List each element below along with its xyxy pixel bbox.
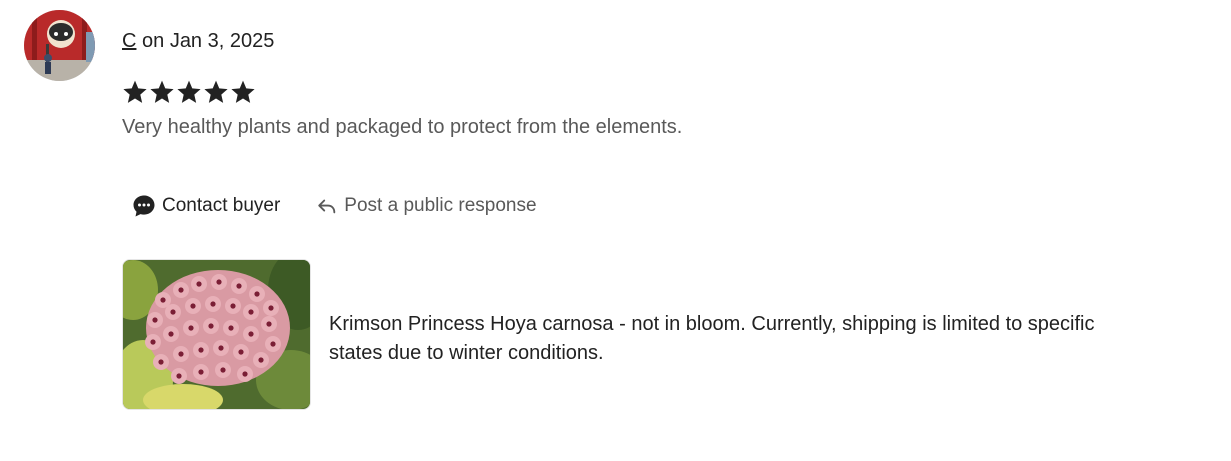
star-icon bbox=[150, 80, 174, 103]
star-icon bbox=[231, 80, 255, 103]
star-icon bbox=[177, 80, 201, 103]
reviewer-name-link[interactable]: C bbox=[122, 30, 136, 52]
star-icon bbox=[204, 80, 228, 103]
reviewer-avatar[interactable] bbox=[24, 10, 95, 81]
hoya-flower-photo bbox=[123, 260, 310, 409]
product-title: Krimson Princess Hoya carnosa - not in b… bbox=[329, 313, 1095, 364]
contact-buyer-label: Contact buyer bbox=[162, 195, 281, 216]
review-text: Very healthy plants and packaged to prot… bbox=[122, 116, 683, 138]
review-actions: Contact buyer Post a public response bbox=[122, 187, 547, 225]
post-public-response-button[interactable]: Post a public response bbox=[306, 187, 546, 225]
avatar-photo bbox=[24, 10, 95, 81]
product-image[interactable] bbox=[122, 259, 311, 410]
review-date: on Jan 3, 2025 bbox=[136, 30, 275, 52]
star-icon bbox=[123, 80, 147, 103]
chat-bubble-icon bbox=[133, 195, 155, 217]
star-rating bbox=[122, 79, 256, 105]
review-header: C on Jan 3, 2025 bbox=[122, 30, 274, 53]
contact-buyer-button[interactable]: Contact buyer bbox=[122, 187, 290, 225]
post-public-response-label: Post a public response bbox=[344, 195, 537, 216]
reply-arrow-icon bbox=[318, 199, 336, 214]
